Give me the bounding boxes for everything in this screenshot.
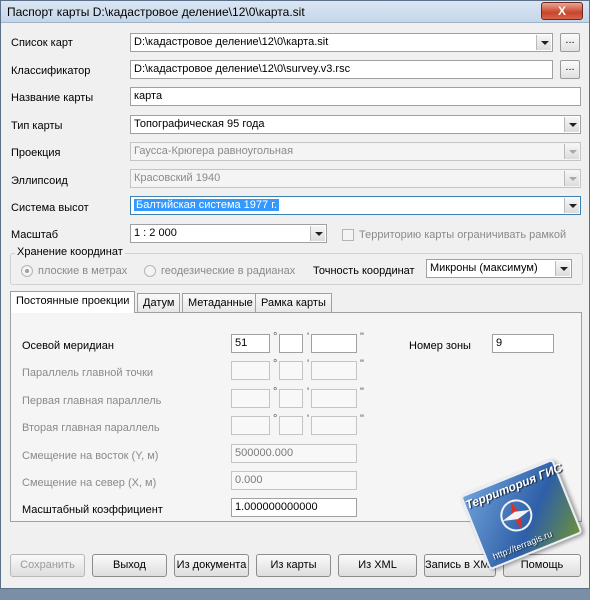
- map-name-value: карта: [134, 90, 163, 102]
- close-button[interactable]: X: [541, 2, 583, 20]
- scale-label: Масштаб: [11, 229, 59, 241]
- minute-mark: ': [307, 386, 310, 398]
- map-name-label: Название карты: [11, 92, 94, 104]
- from-map-button[interactable]: Из карты: [256, 554, 331, 577]
- projection-value: Гаусса-Крюгера равноугольная: [134, 145, 294, 157]
- second-parallel-min-input[interactable]: [279, 416, 303, 435]
- map-passport-dialog: Паспорт карты D:\кадастровое деление\12\…: [0, 0, 590, 589]
- tab-metadata[interactable]: Метаданные: [182, 293, 259, 313]
- map-list-label: Список карт: [11, 37, 73, 49]
- coordinate-storage-label: Хранение координат: [15, 246, 125, 258]
- map-type-value: Топографическая 95 года: [134, 118, 265, 130]
- tab-datum[interactable]: Датум: [137, 293, 181, 313]
- main-point-parallel-label: Параллель главной точки: [22, 367, 154, 379]
- tab-constant-projections[interactable]: Постоянные проекции: [10, 291, 136, 313]
- scale-factor-input[interactable]: 1.000000000000: [231, 498, 357, 517]
- zone-number-input[interactable]: 9: [492, 334, 554, 353]
- false-easting-input[interactable]: 500000.000: [231, 444, 357, 463]
- second-mark: ": [360, 413, 364, 425]
- height-system-select[interactable]: Балтийская система 1977 г.: [130, 196, 581, 215]
- flat-meters-radio[interactable]: [21, 265, 33, 277]
- chevron-down-icon[interactable]: [564, 171, 579, 186]
- classifier-value: D:\кадастровое деление\12\0\survey.v3.rs…: [134, 63, 351, 75]
- central-meridian-sec-input[interactable]: [311, 334, 357, 353]
- false-northing-label: Смещение на север (X, м): [22, 477, 157, 489]
- second-parallel-label: Вторая главная параллель: [22, 422, 160, 434]
- central-meridian-label: Осевой меридиан: [22, 340, 114, 352]
- classifier-label: Классификатор: [11, 65, 91, 77]
- precision-label: Точность координат: [313, 265, 415, 277]
- map-name-input[interactable]: карта: [130, 87, 581, 106]
- projection-label: Проекция: [11, 147, 61, 159]
- degree-mark: °: [273, 413, 278, 425]
- second-mark: ": [360, 331, 364, 343]
- limit-frame-checkbox[interactable]: [342, 229, 354, 241]
- second-mark: ": [360, 358, 364, 370]
- chevron-down-icon[interactable]: [564, 117, 579, 132]
- geodetic-radians-radio[interactable]: [144, 265, 156, 277]
- chevron-down-icon[interactable]: [536, 35, 551, 50]
- exit-button[interactable]: Выход: [92, 554, 167, 577]
- first-parallel-min-input[interactable]: [279, 389, 303, 408]
- precision-select[interactable]: Микроны (максимум): [426, 259, 572, 278]
- ellipsoid-select[interactable]: Красовский 1940: [130, 169, 581, 188]
- classifier-browse-button[interactable]: ...: [560, 60, 580, 79]
- first-parallel-deg-input[interactable]: [231, 389, 270, 408]
- central-meridian-deg-input[interactable]: 51: [231, 334, 270, 353]
- map-list-combo[interactable]: D:\кадастровое деление\12\0\карта.sit: [130, 33, 553, 52]
- map-list-browse-button[interactable]: ...: [560, 33, 580, 52]
- limit-frame-label: Территорию карты ограничивать рамкой: [359, 229, 567, 241]
- scale-select[interactable]: 1 : 2 000: [130, 224, 327, 243]
- degree-mark: °: [273, 331, 278, 343]
- main-point-parallel-sec-input[interactable]: [311, 361, 357, 380]
- flat-meters-label: плоские в метрах: [38, 265, 128, 277]
- chevron-down-icon[interactable]: [555, 261, 570, 276]
- from-document-button[interactable]: Из документа: [174, 554, 249, 577]
- ellipsoid-value: Красовский 1940: [134, 172, 221, 184]
- second-mark: ": [360, 386, 364, 398]
- minute-mark: ': [307, 413, 310, 425]
- chevron-down-icon[interactable]: [564, 144, 579, 159]
- second-parallel-deg-input[interactable]: [231, 416, 270, 435]
- degree-mark: °: [273, 386, 278, 398]
- height-system-label: Система высот: [11, 202, 89, 214]
- zone-number-label: Номер зоны: [409, 340, 471, 352]
- chevron-down-icon[interactable]: [564, 198, 579, 213]
- degree-mark: °: [273, 358, 278, 370]
- first-parallel-label: Первая главная параллель: [22, 395, 162, 407]
- window-title: Паспорт карты D:\кадастровое деление\12\…: [7, 5, 305, 19]
- save-button[interactable]: Сохранить: [10, 554, 85, 577]
- classifier-field[interactable]: D:\кадастровое деление\12\0\survey.v3.rs…: [130, 60, 553, 79]
- chevron-down-icon[interactable]: [310, 226, 325, 241]
- projection-select[interactable]: Гаусса-Крюгера равноугольная: [130, 142, 581, 161]
- false-northing-input[interactable]: 0.000: [231, 471, 357, 490]
- minute-mark: ': [307, 358, 310, 370]
- scale-factor-label: Масштабный коэффициент: [22, 504, 163, 516]
- main-point-parallel-min-input[interactable]: [279, 361, 303, 380]
- first-parallel-sec-input[interactable]: [311, 389, 357, 408]
- false-easting-label: Смещение на восток (Y, м): [22, 450, 159, 462]
- from-xml-button[interactable]: Из XML: [338, 554, 417, 577]
- scale-value: 1 : 2 000: [134, 227, 177, 239]
- minute-mark: ': [307, 331, 310, 343]
- main-point-parallel-deg-input[interactable]: [231, 361, 270, 380]
- map-type-label: Тип карты: [11, 120, 63, 132]
- map-type-select[interactable]: Топографическая 95 года: [130, 115, 581, 134]
- map-list-value: D:\кадастровое деление\12\0\карта.sit: [134, 36, 329, 48]
- title-bar[interactable]: Паспорт карты D:\кадастровое деление\12\…: [1, 1, 589, 23]
- height-system-value: Балтийская система 1977 г.: [134, 199, 279, 211]
- ellipsoid-label: Эллипсоид: [11, 175, 68, 187]
- geodetic-radians-label: геодезические в радианах: [161, 265, 296, 277]
- precision-value: Микроны (максимум): [430, 262, 538, 274]
- central-meridian-min-input[interactable]: [279, 334, 303, 353]
- second-parallel-sec-input[interactable]: [311, 416, 357, 435]
- tab-map-frame[interactable]: Рамка карты: [255, 293, 332, 313]
